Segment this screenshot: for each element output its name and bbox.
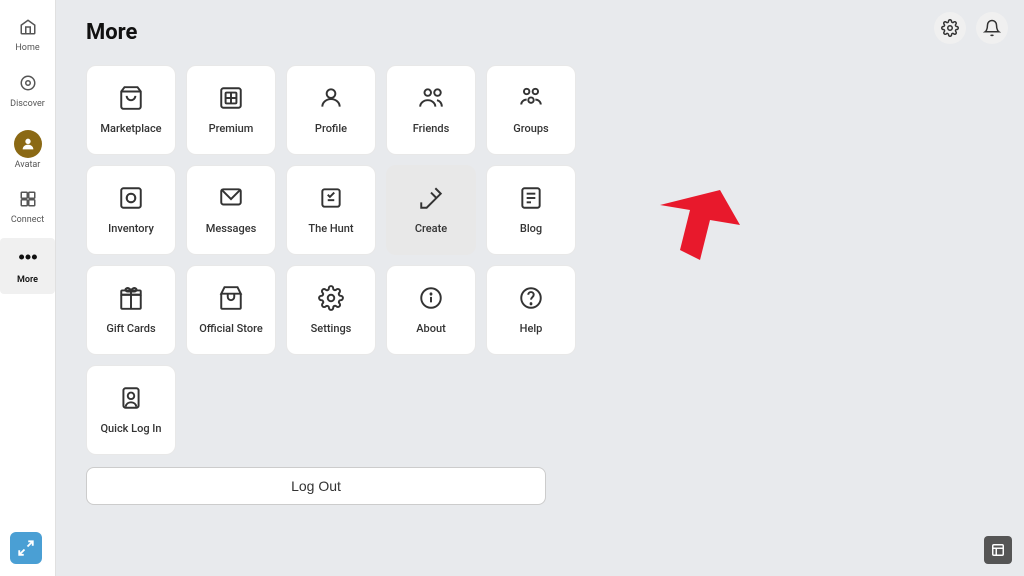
premium-icon (218, 85, 244, 116)
notification-icon[interactable] (976, 12, 1008, 44)
gift-label: Gift Cards (106, 322, 155, 335)
discover-icon (19, 74, 37, 97)
more-icon (17, 246, 39, 273)
bottom-right-icon[interactable] (984, 536, 1012, 564)
groups-icon (518, 85, 544, 116)
create-icon (418, 185, 444, 216)
main-content: More Marketplace Premium Profile (56, 0, 1024, 576)
top-right-icons (934, 12, 1008, 44)
settings-label: Settings (311, 322, 352, 335)
grid-item-create[interactable]: Create (386, 165, 476, 255)
about-icon (418, 285, 444, 316)
logout-button[interactable]: Log Out (86, 467, 546, 505)
profile-icon (318, 85, 344, 116)
hunt-icon (318, 185, 344, 216)
hunt-label: The Hunt (308, 222, 353, 235)
premium-label: Premium (209, 122, 254, 135)
groups-label: Groups (513, 122, 548, 135)
grid-item-help[interactable]: Help (486, 265, 576, 355)
sidebar: Home Discover Avatar Connect More (0, 0, 56, 576)
grid-item-groups[interactable]: Groups (486, 65, 576, 155)
grid-item-messages[interactable]: Messages (186, 165, 276, 255)
grid-item-inventory[interactable]: Inventory (86, 165, 176, 255)
settings-top-icon[interactable] (934, 12, 966, 44)
settings-icon (318, 285, 344, 316)
profile-label: Profile (315, 122, 347, 135)
grid-item-official-store[interactable]: Official Store (186, 265, 276, 355)
grid-item-profile[interactable]: Profile (286, 65, 376, 155)
sidebar-item-more[interactable]: More (0, 238, 55, 294)
sidebar-label-home: Home (15, 43, 39, 54)
bottom-left-icon[interactable] (10, 532, 42, 564)
marketplace-label: Marketplace (100, 122, 161, 135)
home-icon (19, 18, 37, 41)
grid-item-friends[interactable]: Friends (386, 65, 476, 155)
sidebar-label-avatar: Avatar (15, 160, 41, 171)
grid-item-blog[interactable]: Blog (486, 165, 576, 255)
messages-icon (218, 185, 244, 216)
inventory-label: Inventory (108, 222, 154, 235)
grid-item-the-hunt[interactable]: The Hunt (286, 165, 376, 255)
store-icon (218, 285, 244, 316)
inventory-icon (118, 185, 144, 216)
store-label: Official Store (199, 322, 263, 335)
friends-icon (418, 85, 444, 116)
help-label: Help (520, 322, 543, 335)
friends-label: Friends (413, 122, 450, 135)
grid-item-about[interactable]: About (386, 265, 476, 355)
sidebar-item-home[interactable]: Home (0, 10, 55, 62)
grid-item-settings[interactable]: Settings (286, 265, 376, 355)
blog-icon (518, 185, 544, 216)
blog-label: Blog (520, 222, 542, 235)
sidebar-label-connect: Connect (11, 215, 44, 226)
create-label: Create (415, 222, 447, 235)
quick-log-in-label: Quick Log In (100, 422, 161, 435)
sidebar-item-avatar[interactable]: Avatar (0, 122, 55, 179)
grid-item-quick-log-in[interactable]: Quick Log In (86, 365, 176, 455)
grid-item-premium[interactable]: Premium (186, 65, 276, 155)
messages-label: Messages (206, 222, 257, 235)
grid-item-gift-cards[interactable]: Gift Cards (86, 265, 176, 355)
grid-item-marketplace[interactable]: Marketplace (86, 65, 176, 155)
grid: Marketplace Premium Profile Friends (86, 65, 994, 455)
avatar (14, 130, 42, 158)
gift-icon (118, 285, 144, 316)
sidebar-item-connect[interactable]: Connect (0, 182, 55, 234)
marketplace-icon (118, 85, 144, 116)
connect-icon (19, 190, 37, 213)
sidebar-label-discover: Discover (10, 99, 45, 110)
about-label: About (416, 322, 446, 335)
quicklogin-icon (118, 385, 144, 416)
page-title: More (86, 20, 994, 45)
sidebar-item-discover[interactable]: Discover (0, 66, 55, 118)
sidebar-label-more: More (17, 275, 38, 286)
help-icon (518, 285, 544, 316)
